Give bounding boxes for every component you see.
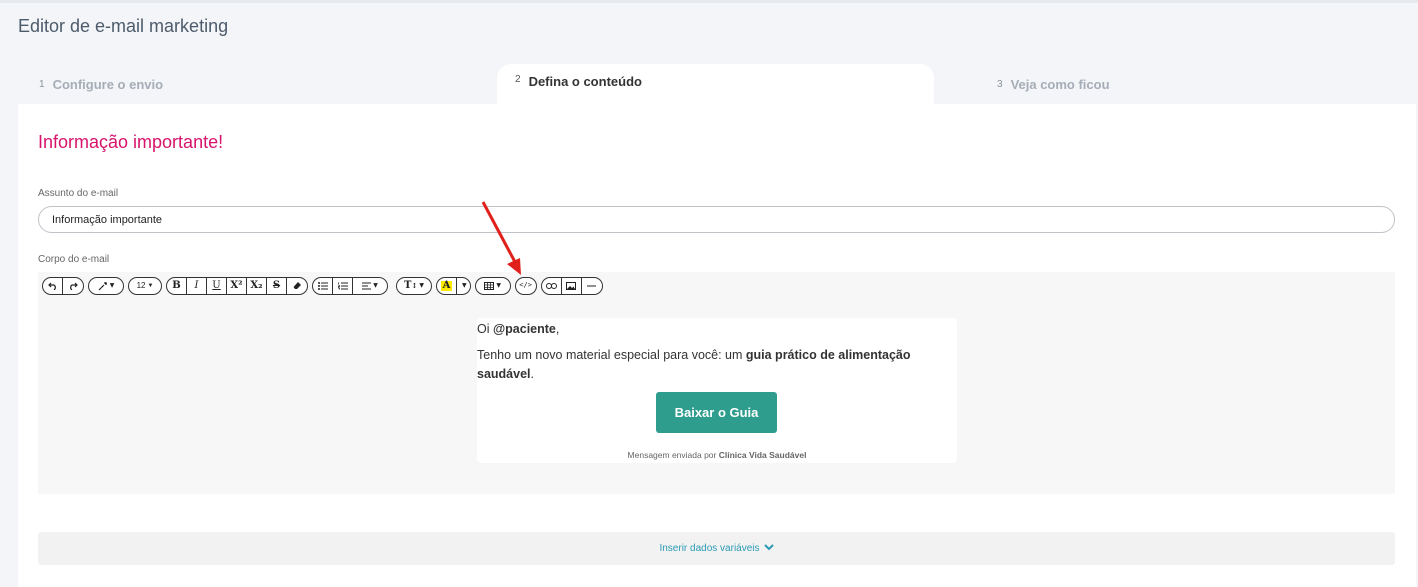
insert-group <box>540 276 603 295</box>
content-heading: Informação importante! <box>38 132 224 152</box>
subscript-icon[interactable]: X₂ <box>247 277 267 294</box>
format-group: B I U X² X₂ S <box>166 276 308 295</box>
image-icon[interactable] <box>562 277 582 294</box>
code-group: </> <box>514 276 537 295</box>
footer-clinic: Clínica Vida Saudável <box>718 450 807 460</box>
bold-icon[interactable]: B <box>167 277 187 294</box>
step-label: Defina o conteúdo <box>528 74 642 89</box>
text-style-glyph: T <box>404 279 412 291</box>
page-title: Editor de e-mail marketing <box>18 16 229 36</box>
color-dropdown-icon[interactable]: ▼ <box>457 278 470 294</box>
highlight-glyph: A <box>440 279 453 291</box>
email-greeting: Oi @paciente, <box>477 322 559 336</box>
content-card: Informação importante! Assunto do e-mail… <box>18 104 1416 587</box>
table-group: ▼ <box>474 276 511 295</box>
greeting-prefix: Oi <box>477 322 493 336</box>
annotation-arrow-icon <box>481 201 521 275</box>
text-height-icon[interactable]: T ↕ ▼ <box>397 278 431 294</box>
table-icon[interactable]: ▼ <box>476 278 510 294</box>
body-label: Corpo do e-mail <box>38 254 110 265</box>
insert-variables-label: Inserir dados variáveis <box>659 543 760 554</box>
strikethrough-icon[interactable]: S <box>267 277 287 294</box>
style-group: ▼ <box>88 276 124 295</box>
font-size-value: 12 <box>136 280 146 290</box>
chevron-down-icon <box>763 543 774 554</box>
link-icon[interactable] <box>542 277 562 294</box>
undo-icon[interactable] <box>43 277 63 294</box>
footer-prefix: Mensagem enviada por <box>627 450 719 460</box>
highlight-color-icon[interactable]: A <box>437 277 457 294</box>
email-footer: Mensagem enviada por Clínica Vida Saudáv… <box>477 450 957 460</box>
top-bar-shadow <box>0 0 1418 3</box>
history-group <box>42 276 84 295</box>
subject-label: Assunto do e-mail <box>38 188 119 199</box>
italic-icon[interactable]: I <box>187 277 207 294</box>
text-height-group: T ↕ ▼ <box>396 276 432 295</box>
paragraph-group: ▼ <box>312 276 388 295</box>
wizard-steps: 1 Configure o envio 2 Defina o conteúdo … <box>18 64 1416 104</box>
unordered-list-icon[interactable] <box>313 277 333 294</box>
horizontal-rule-icon[interactable] <box>582 278 602 294</box>
code-view-icon[interactable]: </> <box>516 278 536 294</box>
magic-wand-icon[interactable]: ▼ <box>89 278 123 294</box>
color-group: A ▼ <box>436 276 471 295</box>
message-prefix: Tenho um novo material especial para voc… <box>477 348 746 362</box>
step-label: Configure o envio <box>52 76 164 92</box>
ordered-list-icon[interactable] <box>333 277 353 294</box>
font-size-icon[interactable]: 12 ▼ <box>129 278 161 294</box>
message-suffix: . <box>530 367 534 381</box>
redo-icon[interactable] <box>63 278 83 294</box>
step-number: 2 <box>515 74 521 85</box>
subject-input[interactable]: Informação importante <box>38 206 1395 233</box>
superscript-icon[interactable]: X² <box>227 277 247 294</box>
email-body-editor[interactable]: ▼ 12 ▼ B I U X² X₂ S ▼ T ↕ ▼ A ▼ ▼ </> O… <box>38 272 1395 494</box>
step-configure[interactable]: 1 Configure o envio <box>39 64 163 104</box>
step-number: 1 <box>39 78 45 90</box>
download-guide-button[interactable]: Baixar o Guia <box>656 392 777 433</box>
email-message: Tenho um novo material especial para voc… <box>477 346 927 384</box>
font-size-group: 12 ▼ <box>128 276 162 295</box>
step-preview[interactable]: 3 Veja como ficou <box>997 64 1110 104</box>
patient-variable: @paciente <box>492 322 556 336</box>
align-icon[interactable]: ▼ <box>353 278 387 294</box>
email-preview: Oi @paciente, Tenho um novo material esp… <box>477 318 957 463</box>
editor-toolbar: ▼ 12 ▼ B I U X² X₂ S ▼ T ↕ ▼ A ▼ ▼ </> <box>42 276 607 295</box>
step-content-active[interactable]: 2 Defina o conteúdo <box>497 64 934 104</box>
eraser-icon[interactable] <box>287 278 307 294</box>
step-label: Veja como ficou <box>1010 76 1110 92</box>
insert-variables-toggle[interactable]: Inserir dados variáveis <box>38 532 1395 565</box>
underline-icon[interactable]: U <box>207 277 227 294</box>
greeting-suffix: , <box>555 322 560 336</box>
step-number: 3 <box>997 78 1003 90</box>
